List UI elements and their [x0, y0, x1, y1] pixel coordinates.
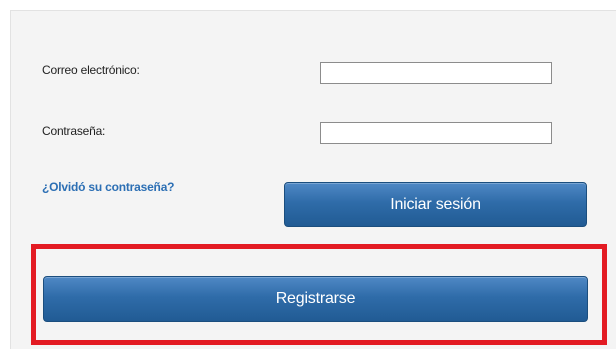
email-field[interactable]: [320, 62, 552, 84]
email-label: Correo electrónico:: [42, 63, 140, 77]
login-button[interactable]: Iniciar sesión: [284, 182, 587, 227]
forgot-password-link[interactable]: ¿Olvidó su contraseña?: [42, 180, 174, 194]
password-label: Contraseña:: [42, 124, 106, 138]
password-field[interactable]: [320, 122, 552, 144]
register-button[interactable]: Registrarse: [43, 276, 588, 322]
